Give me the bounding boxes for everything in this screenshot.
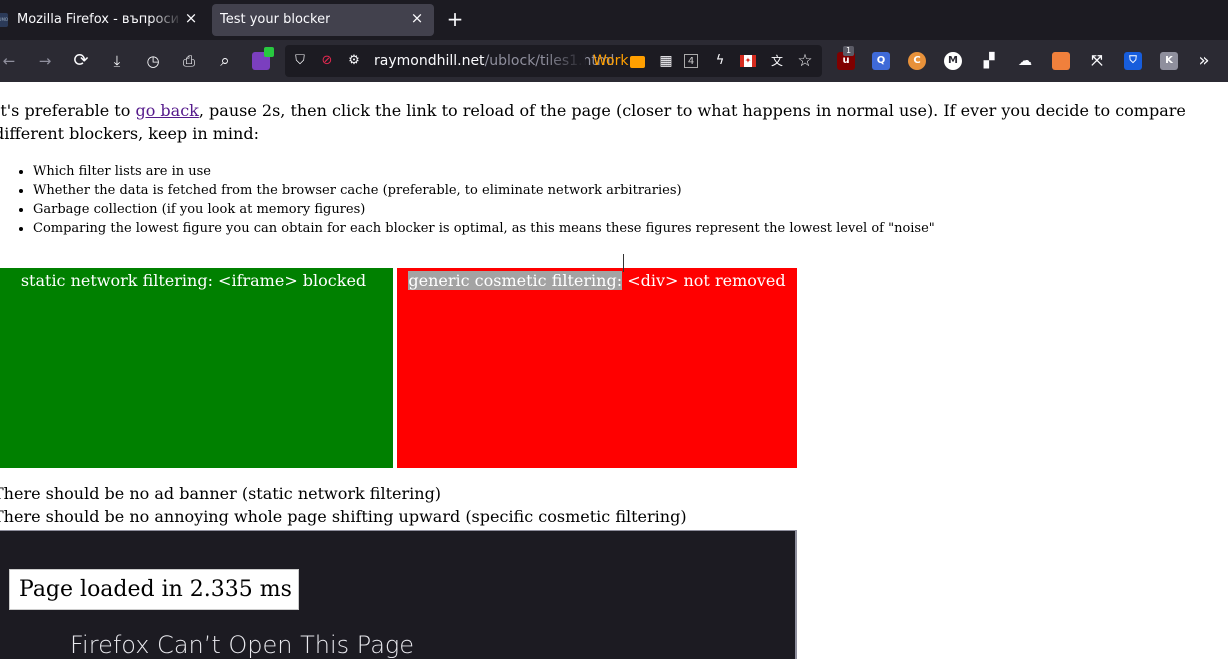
navigation-toolbar: ← → ⟳ ⤓ ◷ ⎙ ⌕ ⛉ ⊘ ⚙ raymondhill.net/ublo… <box>0 40 1228 82</box>
new-tab-button[interactable]: + <box>446 8 464 30</box>
ublock-badge: 1 <box>843 46 855 56</box>
load-time-box: Page loaded in 2.335 ms <box>9 569 299 610</box>
tab-title: Test your blocker <box>220 12 331 27</box>
bookmark-star-icon[interactable]: ☆ <box>796 52 814 70</box>
tile-label: static network filtering: <iframe> block… <box>20 271 367 290</box>
reload-button[interactable]: ⟳ <box>69 49 93 73</box>
arrows-extension-icon[interactable]: ⤧ <box>1088 52 1106 70</box>
m-extension-icon[interactable]: M <box>944 52 962 70</box>
list-item: Garbage collection (if you look at memor… <box>33 200 935 219</box>
static-filtering-tile: static network filtering: <iframe> block… <box>0 268 393 468</box>
tile-label: generic cosmetic filtering: <div> not re… <box>397 271 797 290</box>
note-page-shift: There should be no annoying whole page s… <box>0 507 687 526</box>
page-content: It's preferable to go back, pause 2s, th… <box>0 82 1228 659</box>
search-button[interactable]: ⌕ <box>213 49 237 73</box>
translate-icon[interactable]: 文 <box>768 52 786 70</box>
quick-search-extension-icon[interactable]: Q <box>872 52 890 70</box>
back-button[interactable]: ← <box>0 49 21 73</box>
downloads-button[interactable]: ⤓ <box>105 49 129 73</box>
container-label[interactable]: Work <box>593 53 628 69</box>
forward-button[interactable]: → <box>33 49 57 73</box>
go-back-link[interactable]: go back <box>135 101 198 120</box>
intro-paragraph: It's preferable to go back, pause 2s, th… <box>0 99 1228 145</box>
cosmetic-filtering-tile: generic cosmetic filtering: <div> not re… <box>397 268 797 468</box>
canada-flag-icon[interactable]: ✦ <box>740 55 756 67</box>
url-fade <box>545 49 585 73</box>
url-host: raymondhill.net <box>374 53 485 69</box>
tab-firefox-questions[interactable]: SUMO Mozilla Firefox - въпроси и отговор… <box>0 4 206 36</box>
overflow-menu-icon[interactable]: » <box>1192 49 1216 73</box>
selected-text[interactable]: generic cosmetic filtering: <box>408 271 623 290</box>
history-button[interactable]: ◷ <box>141 49 165 73</box>
bitwarden-shield-icon[interactable]: ⛉ <box>1124 52 1142 70</box>
list-item: Comparing the lowest figure you can obta… <box>33 219 935 238</box>
permissions-icon[interactable]: ⚙ <box>345 52 363 70</box>
insecure-lock-icon[interactable]: ⊘ <box>318 52 336 70</box>
tab-strip: SUMO Mozilla Firefox - въпроси и отговор… <box>0 0 1228 40</box>
tab-title: Mozilla Firefox - въпроси и отговори <box>17 12 183 27</box>
url-bar[interactable]: ⛉ ⊘ ⚙ raymondhill.net/ublock/tiles1.html… <box>285 45 822 77</box>
cloud-extension-icon[interactable]: ☁ <box>1016 52 1034 70</box>
frame-error-title: Firefox Can’t Open This Page <box>70 631 415 659</box>
print-button[interactable]: ⎙ <box>177 49 201 73</box>
close-tab-icon[interactable]: × <box>409 9 425 27</box>
tile-label-rest: <div> not removed <box>622 271 786 290</box>
list-item: Which filter lists are in use <box>33 162 935 181</box>
bin-extension-icon[interactable] <box>1052 52 1070 70</box>
lightning-icon[interactable]: ϟ <box>711 52 729 70</box>
cookie-extension-icon[interactable]: C <box>908 52 926 70</box>
site-favicon-icon: SUMO <box>0 13 8 27</box>
qr-code-icon[interactable]: ▦ <box>657 52 675 70</box>
intro-text: It's preferable to <box>0 101 136 120</box>
tab-test-your-blocker[interactable]: Test your blocker × <box>212 4 434 36</box>
list-item: Whether the data is fetched from the bro… <box>33 181 935 200</box>
considerations-list: Which filter lists are in use Whether th… <box>33 162 935 238</box>
extension-badge-icon <box>264 47 274 57</box>
close-tab-icon[interactable]: × <box>183 9 199 27</box>
number-extension-icon[interactable]: 4 <box>684 54 698 68</box>
extensions-grid-icon[interactable]: ▞ <box>980 52 998 70</box>
k-extension-icon[interactable]: K <box>1160 52 1178 70</box>
briefcase-icon <box>630 56 645 68</box>
shield-icon[interactable]: ⛉ <box>291 52 309 70</box>
note-ad-banner: There should be no ad banner (static net… <box>0 484 442 503</box>
text-cursor-icon <box>622 254 625 272</box>
